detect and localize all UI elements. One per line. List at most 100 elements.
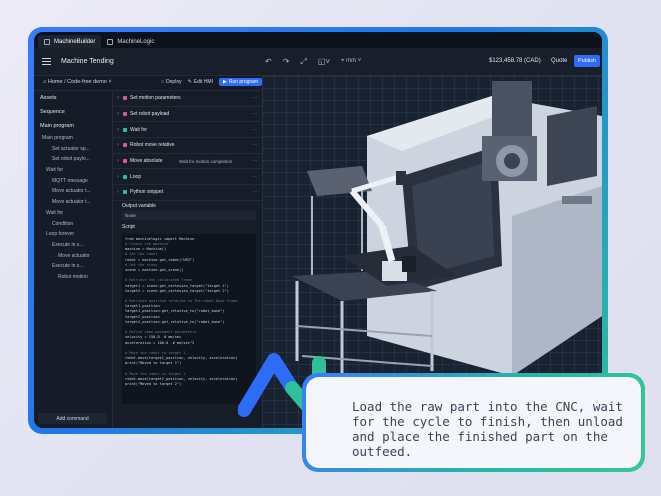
- chevron-right-icon[interactable]: ›: [113, 111, 123, 117]
- tree-item[interactable]: Set robot paylo...: [34, 154, 112, 165]
- tree-item[interactable]: MQTT message: [34, 176, 112, 187]
- command-label: Set robot payload: [130, 111, 170, 118]
- more-icon[interactable]: ⋯: [252, 189, 257, 195]
- section-main-program[interactable]: Main program: [34, 119, 112, 133]
- fit-view-icon[interactable]: ⤢: [300, 57, 306, 67]
- cube-icon: [44, 38, 50, 45]
- run-program-label: Run program: [228, 79, 259, 85]
- section-sequence[interactable]: Sequence: [34, 105, 112, 119]
- code-line: print("Moved to target 2"): [125, 382, 182, 387]
- tab-machinebuilder[interactable]: MachineBuilder: [38, 35, 102, 48]
- toolbar-tools: ↶ ↷ ⤢ ◱˅ ⌖ mm ˅: [265, 48, 361, 75]
- command-row[interactable]: › Loop ⋯: [113, 169, 262, 186]
- command-label: Loop: [130, 173, 142, 180]
- command-icon: [123, 96, 127, 101]
- chevron-right-icon[interactable]: ›: [113, 95, 123, 101]
- output-variable-select[interactable]: None: [122, 210, 256, 220]
- tree-item[interactable]: Wait for: [34, 165, 112, 176]
- script-editor[interactable]: from machinelogic import Machine # Create…: [122, 233, 256, 404]
- publish-button[interactable]: Publish: [574, 55, 600, 67]
- deploy-button[interactable]: ○ Deploy: [161, 79, 182, 85]
- program-actions: ○ Deploy ✎ Edit HMI ▶ Run program: [161, 78, 262, 86]
- tree-item[interactable]: Wait for: [34, 208, 112, 219]
- tree-item[interactable]: Execute in s...: [34, 240, 112, 251]
- tree-item-label: Move actuator: [58, 252, 90, 259]
- cnc-machine: [367, 81, 602, 376]
- chevron-right-icon[interactable]: ›: [113, 158, 123, 164]
- run-program-button[interactable]: ▶ Run program: [218, 78, 262, 86]
- caption-bubble: Load the raw part into the CNC, wait for…: [302, 373, 645, 472]
- command-row[interactable]: › Set motion parameters ⋯: [113, 91, 262, 107]
- chevron-right-icon[interactable]: ›: [113, 189, 123, 195]
- breadcrumb-current[interactable]: Code-free demo: [67, 79, 107, 85]
- tab-label: MachineBuilder: [54, 38, 96, 45]
- chevron-right-icon[interactable]: ›: [113, 174, 123, 180]
- sequence-sidebar: Assets Sequence Main program Main progra…: [34, 91, 113, 428]
- command-icon: [123, 143, 127, 148]
- sub-header: ⌂ Home / Code-free demo ˅ ○ Deploy ✎ Edit …: [34, 76, 262, 91]
- tree-item-label: Set actuator sp...: [52, 145, 90, 152]
- tree-item[interactable]: Move actuator t...: [34, 197, 112, 208]
- section-assets[interactable]: Assets: [34, 91, 112, 105]
- tree-item[interactable]: Robot motion: [34, 272, 112, 283]
- breadcrumb: ⌂ Home / Code-free demo ˅: [43, 79, 112, 85]
- add-command-button[interactable]: Add command: [38, 413, 107, 424]
- tree-item-label: Loop forever: [46, 231, 75, 238]
- tree-item[interactable]: Move actuator t...: [34, 186, 112, 197]
- tree-item[interactable]: Execute in s...: [34, 261, 112, 272]
- command-icon: [123, 190, 127, 195]
- tree-item[interactable]: Move actuator: [34, 251, 112, 262]
- unit-value: mm: [346, 58, 357, 64]
- more-icon[interactable]: ⋯: [252, 95, 257, 101]
- command-row[interactable]: › Move absolute Wait for motion completion…: [113, 154, 262, 170]
- tree-item-label: Move actuator t...: [52, 199, 91, 206]
- command-row[interactable]: › Python snippet ⋯: [113, 185, 262, 201]
- unit-selector[interactable]: ⌖ mm ˅: [341, 58, 361, 65]
- toolbar: Machine Tending ↶ ↷ ⤢ ◱˅ ⌖ mm ˅ $123,458…: [34, 48, 602, 76]
- chevron-right-icon[interactable]: ›: [113, 142, 123, 148]
- view-dropdown-icon[interactable]: ◱˅: [318, 57, 330, 66]
- tree-item[interactable]: Main program: [34, 133, 112, 144]
- program-tree: Main program Set actuator sp... Set robot …: [34, 133, 112, 283]
- tree-item-label: Execute in s...: [52, 241, 84, 248]
- output-variable-label: Output variable: [122, 202, 156, 209]
- command-row[interactable]: › Wait for ⋯: [113, 122, 262, 139]
- command-row[interactable]: › Set robot payload ⋯: [113, 107, 262, 123]
- tree-item-label: Condition: [52, 220, 74, 227]
- redo-icon[interactable]: ↷: [283, 57, 290, 66]
- command-option[interactable]: Wait for motion completion: [179, 159, 232, 164]
- breadcrumb-home[interactable]: Home: [48, 79, 63, 85]
- more-icon[interactable]: ⋯: [252, 127, 257, 133]
- tab-machinelogic[interactable]: MachineLogic: [101, 35, 160, 48]
- command-label: Wait for: [130, 126, 148, 133]
- chevron-down-icon[interactable]: ˅: [108, 79, 111, 85]
- more-icon[interactable]: ⋯: [252, 142, 257, 148]
- caption-card: Load the raw part into the CNC, wait for…: [306, 377, 641, 468]
- quote-button[interactable]: Quote: [551, 58, 567, 64]
- edit-hmi-label: Edit HMI: [193, 79, 213, 85]
- more-icon[interactable]: ⋯: [252, 158, 257, 164]
- command-label: Move absolute: [130, 158, 163, 165]
- more-icon[interactable]: ⋯: [252, 174, 257, 180]
- undo-icon[interactable]: ↶: [265, 57, 272, 66]
- command-label: Set motion parameters: [130, 95, 181, 102]
- command-icon: [123, 112, 127, 117]
- chevron-right-icon[interactable]: ›: [113, 127, 123, 133]
- tree-item-label: Execute in s...: [52, 263, 84, 270]
- tree-item[interactable]: Condition: [34, 219, 112, 230]
- command-list: › Set motion parameters ⋯ › Set robot payloa…: [113, 91, 262, 201]
- menu-icon[interactable]: [42, 56, 51, 67]
- more-icon[interactable]: ⋯: [252, 111, 257, 117]
- caption-text: Load the raw part into the CNC, wait for…: [352, 399, 623, 459]
- code-icon: [107, 38, 114, 45]
- tab-label: MachineLogic: [117, 38, 155, 45]
- price-total: $123,458.78 (CAD): [489, 58, 541, 64]
- tree-item[interactable]: Set actuator sp...: [34, 144, 112, 155]
- home-icon[interactable]: ⌂: [43, 79, 46, 85]
- tree-item[interactable]: Loop forever: [34, 229, 112, 240]
- edit-hmi-button[interactable]: ✎ Edit HMI: [188, 79, 213, 85]
- tree-item-label: Wait for: [46, 209, 64, 216]
- command-row[interactable]: › Robot move relative ⋯: [113, 138, 262, 154]
- edit-icon: ✎: [187, 79, 192, 85]
- deploy-label: Deploy: [166, 79, 182, 85]
